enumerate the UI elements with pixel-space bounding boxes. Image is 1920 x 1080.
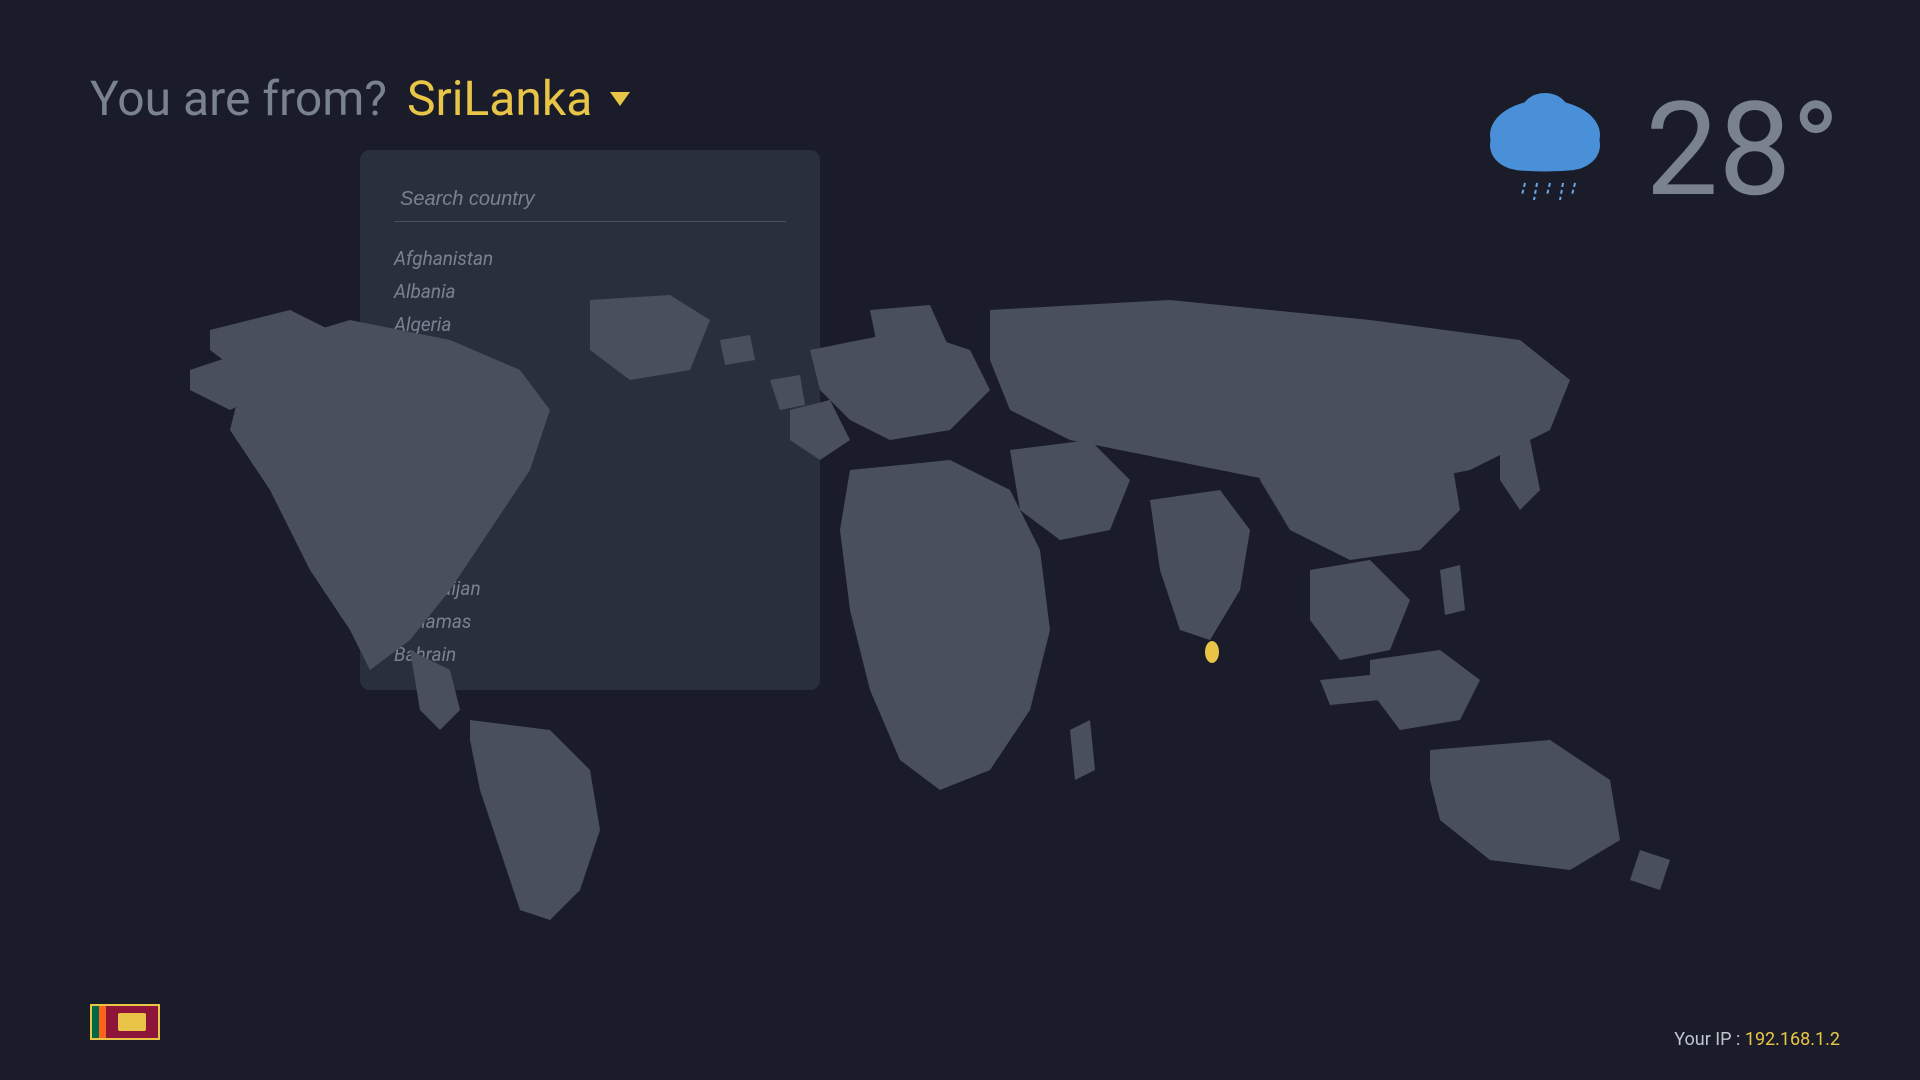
ip-value: 192.168.1.2 [1745, 1029, 1840, 1050]
ip-label: Your IP : [1674, 1029, 1745, 1050]
question-label: You are from? [90, 70, 387, 127]
selected-country-label: SriLanka [407, 70, 592, 127]
temperature-value: 28° [1645, 85, 1840, 215]
ip-info: Your IP : 192.168.1.2 [1674, 1029, 1840, 1050]
weather-widget: 28° [1475, 75, 1840, 225]
rain-cloud-icon [1475, 75, 1615, 225]
search-input[interactable] [394, 178, 786, 222]
header-section: You are from? SriLanka [90, 70, 630, 127]
country-flag-icon [90, 1004, 160, 1040]
country-item[interactable]: Afghanistan [394, 242, 786, 275]
world-map [170, 290, 1750, 940]
chevron-down-icon [610, 92, 630, 106]
country-select-dropdown[interactable]: SriLanka [407, 70, 630, 127]
